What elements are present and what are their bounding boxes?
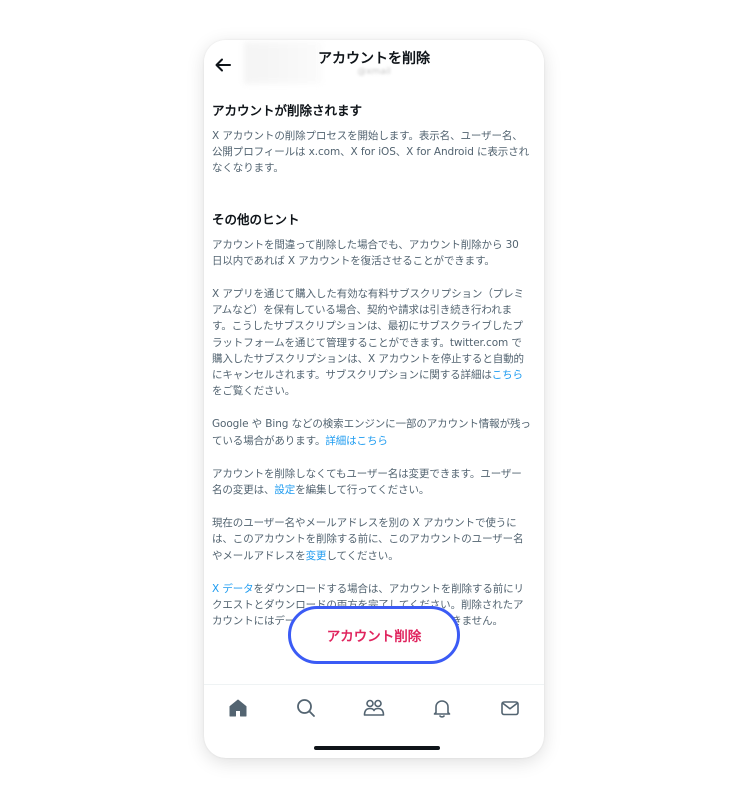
tab-search[interactable] [272,685,340,731]
notifications-icon [433,700,451,718]
hint-search-engines: Google や Bing などの検索エンジンに一部のアカウント情報が残っ てい… [212,418,531,447]
tab-home[interactable] [204,685,272,731]
hint-subscription: X アプリを通じて購入した有効な有料サブスクリプション（プレミ アムなど）を保有… [212,288,524,398]
deactivate-text: X アカウントの削除プロセスを開始します。表示名、ユーザー名、 公開プロフィール… [212,130,529,175]
delete-account-button[interactable]: アカウント削除 [288,606,460,664]
hints-heading: その他のヒント [212,211,300,227]
tab-communities[interactable] [340,685,408,731]
home-icon [229,699,247,717]
hint-username-change: アカウントを削除しなくてもユーザー名は変更できます。ユーザー 名の変更は、設定を… [212,467,522,497]
subscription-details-link[interactable]: こちら [492,369,523,381]
account-handle: @xmail [357,67,391,77]
header: アカウントを削除 @xmail [204,40,544,88]
home-indicator [314,746,440,750]
hint-restore: アカウントを間違って削除した場合でも、アカウント削除から 30 日以内であれば … [212,238,519,267]
search-icon [297,699,315,717]
learn-more-link[interactable]: 詳細はこちら [325,435,388,447]
phone-frame: アカウントを削除 @xmail アカウントが削除されます X アカウントの削除プ… [204,40,544,758]
page-title: アカウントを削除 [318,51,430,67]
bottom-tab-bar [204,684,544,731]
messages-icon [501,701,519,716]
deactivate-heading: アカウントが削除されます [212,103,363,118]
hint-reuse-username: 現在のユーザー名やメールアドレスを別の X アカウントで使うに は、このアカウン… [212,517,524,562]
settings-link[interactable]: 設定 [274,484,295,496]
communities-icon [363,699,385,716]
change-link[interactable]: 変更 [306,550,327,562]
x-data-link[interactable]: X データ [212,583,254,595]
tab-messages[interactable] [476,685,544,731]
tab-notifications[interactable] [408,685,476,731]
content: アカウントが削除されます X アカウントの削除プロセスを開始します。表示名、ユー… [212,102,538,629]
